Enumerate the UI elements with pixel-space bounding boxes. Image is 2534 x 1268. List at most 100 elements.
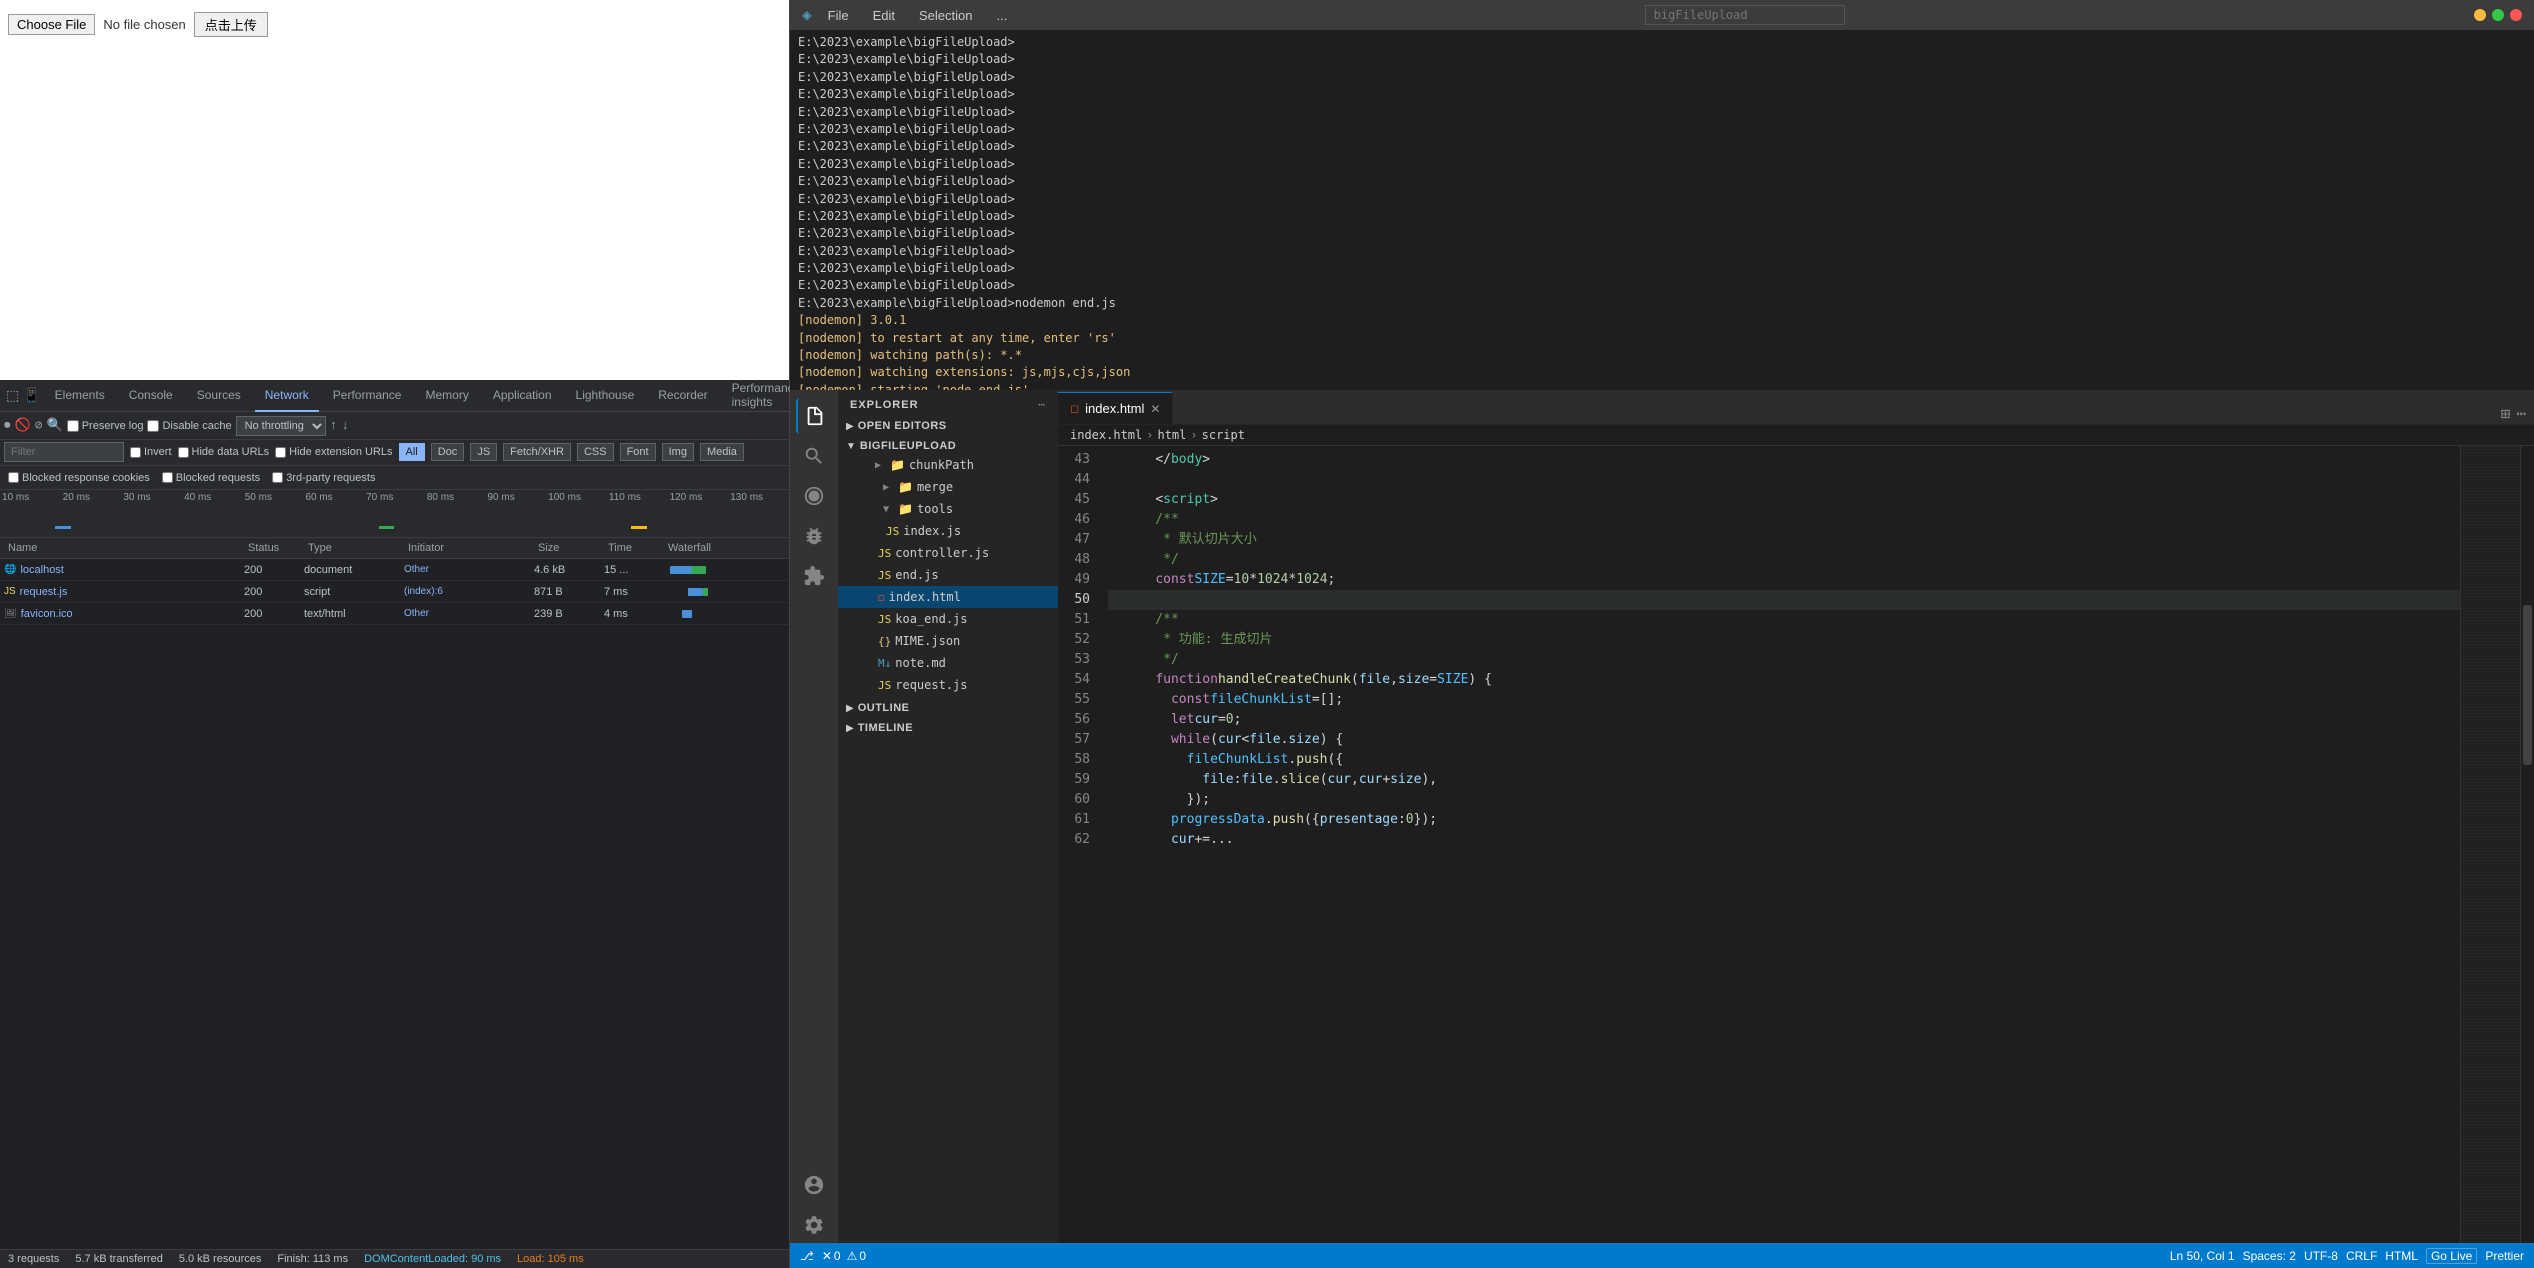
third-party-requests-checkbox[interactable]: 3rd-party requests [272,472,375,484]
preserve-log-input[interactable] [67,420,79,432]
menu-more[interactable]: ... [988,6,1015,25]
table-row[interactable]: 🖼 favicon.ico 200 text/html Other 239 B … [0,603,789,625]
tab-elements[interactable]: Elements [45,380,115,412]
encoding[interactable]: UTF-8 [2304,1249,2338,1263]
tree-note-md[interactable]: M↓ note.md [838,652,1058,674]
line-58: 58 [1058,750,1100,770]
tree-end-js[interactable]: JS end.js [838,564,1058,586]
maximize-icon[interactable] [2492,9,2504,21]
upload-button[interactable]: 点击上传 [194,12,268,37]
blocked-requests-checkbox[interactable]: Blocked requests [162,472,260,484]
search-icon[interactable]: 🔍 [47,418,63,433]
project-section: ▼ BIGFILEUPLOAD ▶ 📁 chunkPath ▶ 📁 merge [838,436,1058,698]
filter-font-btn[interactable]: Font [620,443,656,461]
tree-chunkpath[interactable]: ▶ 📁 chunkPath [838,454,1058,476]
preserve-log-checkbox[interactable]: Preserve log [67,420,144,432]
go-live-btn[interactable]: Go Live [2426,1248,2477,1264]
close-icon[interactable] [2510,9,2522,21]
hide-data-urls-checkbox[interactable]: Hide data URLs [178,446,270,458]
tree-index-html[interactable]: ◻ index.html [838,586,1058,608]
table-row[interactable]: 🌐 localhost 200 document Other 4.6 kB 15… [0,559,789,581]
activity-search-icon[interactable] [796,438,832,474]
vscode-search-input[interactable] [1645,5,1845,25]
filter-fetchxhr-btn[interactable]: Fetch/XHR [503,443,571,461]
activity-source-control-icon[interactable] [796,478,832,514]
open-editors-toggle[interactable]: ▶ OPEN EDITORS [838,418,1058,434]
tab-lighthouse[interactable]: Lighthouse [566,380,645,412]
line-ending[interactable]: CRLF [2346,1249,2377,1263]
invert-checkbox[interactable]: Invert [130,446,172,458]
activity-files-icon[interactable] [796,398,832,434]
menu-selection[interactable]: Selection [911,6,980,25]
tree-controller-js[interactable]: JS controller.js [838,542,1058,564]
disable-cache-checkbox[interactable]: Disable cache [147,420,231,432]
scrollbar-thumb[interactable] [2523,605,2532,764]
tree-merge[interactable]: ▶ 📁 merge [838,476,1058,498]
tab-index-html[interactable]: ◻ index.html ✕ [1058,392,1173,424]
tab-console[interactable]: Console [119,380,183,412]
filter-all-btn[interactable]: All [399,443,425,461]
tree-request-js[interactable]: JS request.js [838,674,1058,696]
disable-cache-input[interactable] [147,420,159,432]
tree-tools[interactable]: ▼ 📁 tools [838,498,1058,520]
prettier-btn[interactable]: Prettier [2485,1249,2524,1263]
split-editor-icon[interactable]: ⊞ [2501,404,2511,424]
tab-performance[interactable]: Performance [323,380,412,412]
tree-index-js[interactable]: JS index.js [838,520,1058,542]
timeline-bar: 10 ms 20 ms 30 ms 40 ms 50 ms 60 ms 70 m… [0,490,789,538]
tab-recorder[interactable]: Recorder [648,380,717,412]
term-line-nodemon: E:\2023\example\bigFileUpload>nodemon en… [798,295,2526,312]
activity-account-icon[interactable] [796,1167,832,1203]
more-editor-icon[interactable]: ⋯ [2516,404,2526,424]
tl-bar-orange [631,526,647,529]
inspect-icon[interactable]: ⬚ [6,387,19,405]
device-icon[interactable]: 📱 [23,387,40,405]
clear-icon[interactable]: 🚫 [15,418,31,433]
tab-memory[interactable]: Memory [415,380,478,412]
tab-close-icon[interactable]: ✕ [1150,402,1160,416]
tree-mime-json[interactable]: {} MIME.json [838,630,1058,652]
term-line: E:\2023\example\bigFileUpload> [798,138,2526,155]
record-icon[interactable]: ⏺ [4,418,11,433]
export-icon[interactable]: ↓ [341,418,349,433]
tab-sources[interactable]: Sources [187,380,251,412]
table-row[interactable]: JS request.js 200 script (index):6 871 B… [0,581,789,603]
vscode-main: EXPLORER ⋯ ▶ OPEN EDITORS ▼ BIGFILEUPLOA… [790,390,2534,1243]
code-content[interactable]: </body> <script> /** * 默认切片大小 [1108,446,2460,1243]
minimize-icon[interactable] [2474,9,2486,21]
bc-index-html[interactable]: index.html [1070,428,1142,442]
errors-count[interactable]: ✕ 0 ⚠ 0 [822,1249,866,1263]
indentation[interactable]: Spaces: 2 [2243,1249,2296,1263]
activity-extensions-icon[interactable] [796,558,832,594]
filter-img-btn[interactable]: Img [662,443,694,461]
language-mode[interactable]: HTML [2385,1249,2418,1263]
timeline-toggle[interactable]: ▶ TIMELINE [838,720,1058,736]
activity-settings-icon[interactable] [796,1207,832,1243]
tree-koa-end-js[interactable]: JS koa_end.js [838,608,1058,630]
filter-icon[interactable]: ⊘ [35,418,43,433]
filter-media-btn[interactable]: Media [700,443,744,461]
bc-html[interactable]: html [1157,428,1186,442]
finish-time: Finish: 113 ms [277,1253,348,1265]
sidebar-more-icon[interactable]: ⋯ [1038,398,1046,412]
bc-script[interactable]: script [1202,428,1245,442]
tab-application[interactable]: Application [483,380,562,412]
cursor-position[interactable]: Ln 50, Col 1 [2170,1249,2235,1263]
choose-file-button[interactable]: Choose File [8,14,95,35]
editor-scrollbar[interactable] [2520,446,2534,1243]
project-toggle[interactable]: ▼ BIGFILEUPLOAD [838,438,1058,454]
filter-js-btn[interactable]: JS [470,443,497,461]
hide-ext-urls-checkbox[interactable]: Hide extension URLs [275,446,392,458]
import-icon[interactable]: ↑ [330,418,338,433]
blocked-response-cookies-checkbox[interactable]: Blocked response cookies [8,472,150,484]
dom-content-loaded: DOMContentLoaded: 90 ms [364,1253,501,1265]
menu-file[interactable]: File [820,6,857,25]
filter-input[interactable] [4,442,124,462]
tab-network[interactable]: Network [255,380,319,412]
activity-debug-icon[interactable] [796,518,832,554]
filter-css-btn[interactable]: CSS [577,443,614,461]
menu-edit[interactable]: Edit [865,6,903,25]
filter-doc-btn[interactable]: Doc [431,443,465,461]
throttle-select[interactable]: No throttling [236,416,326,436]
outline-toggle[interactable]: ▶ OUTLINE [838,700,1058,716]
